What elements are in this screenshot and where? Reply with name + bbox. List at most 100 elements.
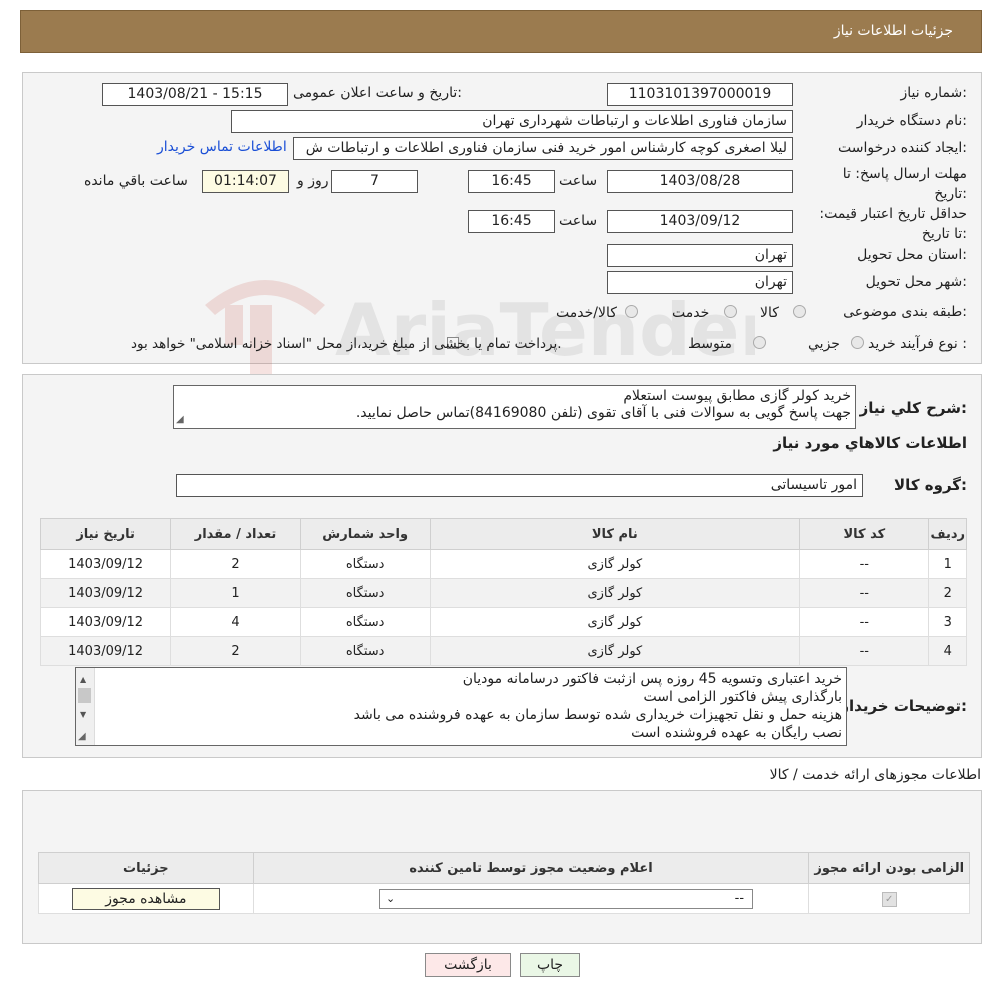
col-header-code: کد کالا xyxy=(799,518,930,550)
permits-table: الزامی بودن ارائه مجوز اعلام وضعیت مجوز … xyxy=(38,852,970,914)
cell-code: -- xyxy=(799,607,930,637)
permit-required-cell: ✓ xyxy=(808,883,970,914)
permit-status-select[interactable]: -- ⌄ xyxy=(379,888,754,909)
city-field: تهران xyxy=(607,271,793,294)
general-desc-textarea[interactable]: خرید کولر گازی مطابق پیوست استعلام جهت پ… xyxy=(173,385,856,429)
goods-group-field: امور تاسیساتی xyxy=(176,474,863,497)
cell-unit: دستگاه xyxy=(299,607,431,637)
process-radio-minor[interactable] xyxy=(851,336,864,349)
announce-datetime-field: 1403/08/21 - 15:15 xyxy=(102,83,288,106)
table-row: 3 -- کولر گازی دستگاه 4 1403/09/12 xyxy=(39,607,967,637)
buyer-notes-scrollbar[interactable]: ▲ ▼ ◢ xyxy=(76,668,95,745)
cell-row: 3 xyxy=(928,607,967,637)
resize-grip-icon: ◢ xyxy=(78,731,86,742)
permits-header-required: الزامی بودن ارائه مجوز xyxy=(808,852,970,884)
table-row: ✓ -- ⌄ مشاهده مجوز xyxy=(38,883,970,914)
category-radio-service[interactable] xyxy=(724,305,737,318)
buyer-contact-link[interactable]: اطلاعات تماس خریدار xyxy=(157,139,287,155)
permit-status-cell: -- ⌄ xyxy=(252,883,810,914)
requester-label: ایجاد کننده درخواست: xyxy=(838,140,967,156)
scroll-up-icon[interactable]: ▲ xyxy=(80,671,86,689)
table-row: 2 -- کولر گازی دستگاه 1 1403/09/12 xyxy=(39,578,967,608)
category-option-goods: کالا xyxy=(760,305,779,321)
province-field: تهران xyxy=(607,244,793,267)
buyer-notes-line-4: نصب رایگان به عهده فروشنده است xyxy=(631,725,842,741)
cell-unit: دستگاه xyxy=(299,549,431,579)
chevron-down-icon: ⌄ xyxy=(386,891,396,905)
permits-header-status: اعلام وضعیت مجوز توسط تامین کننده xyxy=(252,852,810,884)
cell-code: -- xyxy=(799,636,930,666)
cell-date: 1403/09/12 xyxy=(39,607,172,637)
category-option-service: خدمت xyxy=(672,305,710,321)
cell-row: 4 xyxy=(928,636,967,666)
cell-name: کولر گازی xyxy=(429,549,801,579)
page-title: جزئیات اطلاعات نیاز xyxy=(833,23,953,39)
cell-code: -- xyxy=(799,578,930,608)
cell-code: -- xyxy=(799,549,930,579)
col-header-qty: تعداد / مقدار xyxy=(170,518,301,550)
col-header-name: نام کالا xyxy=(429,518,801,550)
announce-datetime-label: تاریخ و ساعت اعلان عمومی: xyxy=(293,85,462,101)
cell-date: 1403/09/12 xyxy=(39,636,172,666)
deadline-time-label: ساعت xyxy=(559,173,598,189)
requester-field: لیلا اصغری کوچه کارشناس امور خرید فنی سا… xyxy=(293,137,793,160)
buyer-notes-textarea[interactable]: خرید اعتباری وتسویه 45 روزه پس ازثبت فاک… xyxy=(75,667,847,746)
days-field: 7 xyxy=(331,170,418,193)
process-option-minor: جزيي xyxy=(808,336,840,352)
validity-date-field: 1403/09/12 xyxy=(607,210,793,233)
cell-unit: دستگاه xyxy=(299,578,431,608)
buyer-notes-line-2: بارگذاری پیش فاکتور الزامی است xyxy=(643,689,842,705)
deadline-label: مهلت ارسال پاسخ: تا تاریخ: xyxy=(842,166,967,202)
remaining-time-field: 01:14:07 xyxy=(202,170,289,193)
cell-date: 1403/09/12 xyxy=(39,578,172,608)
cell-name: کولر گازی xyxy=(429,578,801,608)
cell-qty: 4 xyxy=(170,607,301,637)
table-row: 1 -- کولر گازی دستگاه 2 1403/09/12 xyxy=(39,549,967,579)
required-checkbox[interactable]: ✓ xyxy=(881,891,897,907)
resize-grip-icon: ◢ xyxy=(176,414,184,425)
permits-title: اطلاعات مجوزهای ارائه خدمت / کالا xyxy=(769,767,981,783)
need-number-field: 1103101397000019 xyxy=(607,83,793,106)
category-radio-goods-service[interactable] xyxy=(625,305,638,318)
process-note: پرداخت تمام یا بخشی از مبلغ خرید،از محل … xyxy=(131,336,562,352)
city-label: شهر محل تحویل: xyxy=(865,274,967,290)
general-desc-line-2: جهت پاسخ گویی به سوالات فنی با آقای تقوی… xyxy=(355,405,851,421)
page-header: جزئیات اطلاعات نیاز xyxy=(20,10,982,53)
cell-row: 2 xyxy=(928,578,967,608)
process-radio-medium[interactable] xyxy=(753,336,766,349)
cell-unit: دستگاه xyxy=(299,636,431,666)
province-label: استان محل تحویل: xyxy=(857,247,967,263)
view-permit-button[interactable]: مشاهده مجوز xyxy=(71,887,220,910)
scroll-down-icon[interactable]: ▼ xyxy=(80,706,86,724)
cell-qty: 2 xyxy=(170,636,301,666)
permit-details-cell: مشاهده مجوز xyxy=(38,883,254,914)
items-table: رديف کد کالا نام کالا واحد شمارش تعداد /… xyxy=(39,518,967,666)
scroll-thumb[interactable] xyxy=(78,688,91,703)
permits-header-details: جزئیات xyxy=(38,852,254,884)
need-number-label: شماره نیاز: xyxy=(900,85,967,101)
cell-qty: 2 xyxy=(170,549,301,579)
validity-label: حداقل تاریخ اعتبار قیمت: تا تاریخ: xyxy=(819,206,967,242)
process-type-label: نوع فرآیند خرید : xyxy=(868,336,967,352)
remaining-label: ساعت باقي مانده xyxy=(84,173,188,189)
cell-name: کولر گازی xyxy=(429,607,801,637)
permit-status-select-value: -- xyxy=(734,890,745,906)
validity-time-label: ساعت xyxy=(559,213,598,229)
back-button[interactable]: بازگشت xyxy=(425,953,511,977)
deadline-date-field: 1403/08/28 xyxy=(607,170,793,193)
buyer-notes-label: توضیحات خریدار: xyxy=(840,697,967,715)
cell-name: کولر گازی xyxy=(429,636,801,666)
category-radio-goods[interactable] xyxy=(793,305,806,318)
deadline-time-field: 16:45 xyxy=(468,170,555,193)
table-row: 4 -- کولر گازی دستگاه 2 1403/09/12 xyxy=(39,636,967,666)
cell-date: 1403/09/12 xyxy=(39,549,172,579)
print-button[interactable]: چاپ xyxy=(520,953,580,977)
general-desc-line-1: خرید کولر گازی مطابق پیوست استعلام xyxy=(623,388,851,404)
col-header-date: تاریخ نیاز xyxy=(39,518,172,550)
days-label: روز و xyxy=(297,173,329,189)
cell-qty: 1 xyxy=(170,578,301,608)
col-header-unit: واحد شمارش xyxy=(299,518,431,550)
buyer-notes-line-3: هزینه حمل و نقل تجهیزات خریداری شده توسط… xyxy=(353,707,842,723)
goods-group-label: گروه کالا: xyxy=(894,476,967,494)
validity-time-field: 16:45 xyxy=(468,210,555,233)
